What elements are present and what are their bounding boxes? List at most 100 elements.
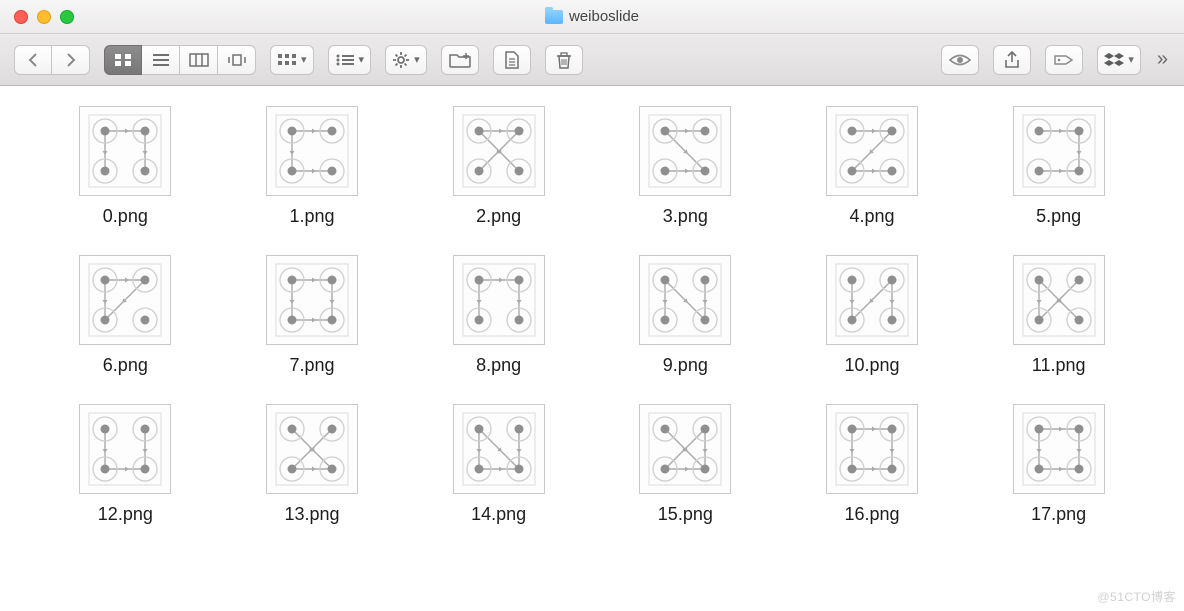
file-thumbnail xyxy=(453,106,545,196)
list-icon xyxy=(152,53,170,67)
file-thumbnail xyxy=(453,255,545,345)
forward-button[interactable] xyxy=(52,45,90,75)
file-name: 2.png xyxy=(476,206,521,227)
file-name: 10.png xyxy=(844,355,899,376)
file-name: 0.png xyxy=(103,206,148,227)
file-name: 14.png xyxy=(471,504,526,525)
new-folder-button[interactable] xyxy=(441,45,479,75)
nav-buttons xyxy=(14,45,90,75)
file-item[interactable]: 2.png xyxy=(439,106,559,227)
share-icon xyxy=(1004,51,1020,69)
file-thumbnail xyxy=(453,404,545,494)
share-button[interactable] xyxy=(993,45,1031,75)
dropbox-button[interactable]: ▾ xyxy=(1097,45,1141,75)
tags-button[interactable] xyxy=(1045,45,1083,75)
document-icon xyxy=(504,51,520,69)
chevron-right-icon xyxy=(65,52,77,68)
file-name: 9.png xyxy=(663,355,708,376)
file-thumbnail xyxy=(266,106,358,196)
file-item[interactable]: 15.png xyxy=(625,404,745,525)
back-button[interactable] xyxy=(14,45,52,75)
file-item[interactable]: 14.png xyxy=(439,404,559,525)
chevron-left-icon xyxy=(27,52,39,68)
file-thumbnail xyxy=(79,255,171,345)
file-item[interactable]: 13.png xyxy=(252,404,372,525)
window-title: weiboslide xyxy=(569,8,639,25)
column-view-button[interactable] xyxy=(180,45,218,75)
arrange-button[interactable]: ▾ xyxy=(270,45,314,75)
trash-button[interactable] xyxy=(545,45,583,75)
tag-icon xyxy=(1054,53,1074,67)
trash-icon xyxy=(556,51,572,69)
zoom-window-button[interactable] xyxy=(60,10,74,24)
file-thumbnail xyxy=(826,106,918,196)
group-button[interactable]: ▾ xyxy=(328,45,372,75)
file-thumbnail xyxy=(1013,106,1105,196)
file-thumbnail xyxy=(639,106,731,196)
file-browser-content: 0.png 1.png 2.png 3.png 4.png 5.png 6.pn… xyxy=(0,86,1184,611)
chevron-down-icon: ▾ xyxy=(359,53,365,66)
traffic-lights xyxy=(0,10,74,24)
file-thumbnail xyxy=(826,255,918,345)
coverflow-icon xyxy=(226,53,248,67)
file-name: 16.png xyxy=(844,504,899,525)
file-name: 1.png xyxy=(289,206,334,227)
file-thumbnail xyxy=(266,255,358,345)
action-button[interactable]: ▾ xyxy=(385,45,427,75)
file-name: 17.png xyxy=(1031,504,1086,525)
file-item[interactable]: 4.png xyxy=(812,106,932,227)
file-name: 15.png xyxy=(658,504,713,525)
file-thumbnail xyxy=(1013,255,1105,345)
chevron-down-icon: ▾ xyxy=(1128,53,1134,66)
file-name: 7.png xyxy=(289,355,334,376)
file-name: 3.png xyxy=(663,206,708,227)
toolbar-overflow-icon[interactable]: » xyxy=(1155,48,1170,71)
file-name: 6.png xyxy=(103,355,148,376)
chevron-down-icon: ▾ xyxy=(414,53,420,66)
group-icon xyxy=(335,53,355,67)
file-item[interactable]: 7.png xyxy=(252,255,372,376)
coverflow-view-button[interactable] xyxy=(218,45,256,75)
file-item[interactable]: 3.png xyxy=(625,106,745,227)
columns-icon xyxy=(189,53,209,67)
file-item[interactable]: 0.png xyxy=(65,106,185,227)
file-name: 4.png xyxy=(849,206,894,227)
toolbar: ▾ ▾ ▾ xyxy=(0,34,1184,86)
gear-icon xyxy=(392,51,410,69)
file-thumbnail xyxy=(1013,404,1105,494)
file-item[interactable]: 16.png xyxy=(812,404,932,525)
folder-icon xyxy=(545,10,563,24)
file-item[interactable]: 12.png xyxy=(65,404,185,525)
file-thumbnail xyxy=(79,404,171,494)
file-name: 13.png xyxy=(284,504,339,525)
view-mode-buttons xyxy=(104,45,256,75)
file-thumbnail xyxy=(639,404,731,494)
eye-icon xyxy=(949,53,971,67)
file-thumbnail xyxy=(639,255,731,345)
quicklook-button[interactable] xyxy=(941,45,979,75)
file-thumbnail xyxy=(826,404,918,494)
folder-plus-icon xyxy=(449,52,471,68)
file-item[interactable]: 17.png xyxy=(999,404,1119,525)
file-item[interactable]: 6.png xyxy=(65,255,185,376)
arrange-icon xyxy=(277,53,297,67)
file-item[interactable]: 5.png xyxy=(999,106,1119,227)
file-name: 5.png xyxy=(1036,206,1081,227)
window-title-area: weiboslide xyxy=(0,0,1184,33)
dropbox-icon xyxy=(1104,52,1124,68)
get-info-button[interactable] xyxy=(493,45,531,75)
file-grid: 0.png 1.png 2.png 3.png 4.png 5.png 6.pn… xyxy=(52,106,1132,525)
file-thumbnail xyxy=(266,404,358,494)
file-thumbnail xyxy=(79,106,171,196)
file-item[interactable]: 8.png xyxy=(439,255,559,376)
titlebar: weiboslide xyxy=(0,0,1184,34)
minimize-window-button[interactable] xyxy=(37,10,51,24)
close-window-button[interactable] xyxy=(14,10,28,24)
list-view-button[interactable] xyxy=(142,45,180,75)
file-item[interactable]: 9.png xyxy=(625,255,745,376)
icon-view-button[interactable] xyxy=(104,45,142,75)
file-name: 11.png xyxy=(1032,355,1086,376)
file-item[interactable]: 10.png xyxy=(812,255,932,376)
file-item[interactable]: 1.png xyxy=(252,106,372,227)
file-item[interactable]: 11.png xyxy=(999,255,1119,376)
